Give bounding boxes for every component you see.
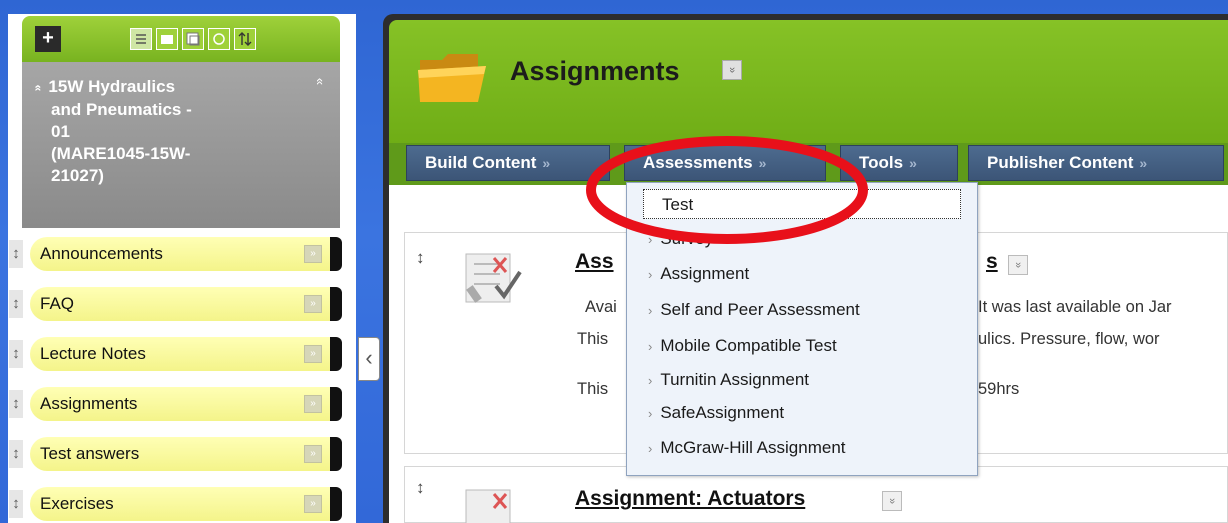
assignment-icon <box>465 489 511 523</box>
sidebar-item-faq[interactable]: FAQ » <box>30 287 342 321</box>
content-item-title[interactable]: Ass <box>575 250 614 274</box>
content-item-title[interactable]: Assignment: Actuators <box>575 487 805 511</box>
sidebar-item-label: Assignments <box>40 394 138 413</box>
chevron-down-icon: » <box>758 155 767 171</box>
drag-handle-icon[interactable]: ↕ <box>9 340 23 368</box>
sidebar-item-lecture-notes[interactable]: Lecture Notes » <box>30 337 342 371</box>
assessments-dropdown-menu <box>626 182 978 476</box>
sidebar-item-announcements[interactable]: Announcements » <box>30 237 342 271</box>
build-content-button[interactable]: Build Content » <box>406 145 610 181</box>
list-view-icon[interactable] <box>130 28 152 50</box>
assessments-button[interactable]: Assessments » <box>624 145 826 181</box>
content-item-title[interactable]: s <box>986 250 998 274</box>
chevron-down-icon: » <box>542 155 551 171</box>
drag-handle-icon[interactable]: ↕ <box>9 240 23 268</box>
menu-item-test[interactable]: Test <box>662 195 693 215</box>
collapse-menu-button[interactable]: ‹ <box>358 337 380 381</box>
course-title-line: 21027) <box>51 166 104 185</box>
menu-item-label: Self and Peer Assessment <box>660 300 860 319</box>
button-label: Publisher Content <box>987 153 1134 172</box>
sidebar-item-label: Test answers <box>40 444 140 463</box>
sidebar-item-label: Lecture Notes <box>40 344 146 363</box>
chevron-down-icon[interactable]: » <box>304 445 322 463</box>
menu-item-mcgraw-hill-assignment[interactable]: › McGraw-Hill Assignment <box>648 438 846 458</box>
chevron-down-icon[interactable]: » <box>304 245 322 263</box>
course-title-line: (MARE1045-15W- <box>51 144 191 163</box>
sidebar-item-label: Exercises <box>40 494 114 513</box>
chevron-right-icon: › <box>648 232 653 247</box>
sidebar-item-test-answers[interactable]: Test answers » <box>30 437 342 471</box>
course-menu-toolbar: + <box>22 16 340 62</box>
item-text: ulics. Pressure, flow, wor <box>978 330 1160 348</box>
course-header: « 15W Hydraulics and Pneumatics - 01 (MA… <box>22 62 340 228</box>
chevron-right-icon: › <box>648 267 653 282</box>
chevron-down-icon[interactable]: » <box>304 495 322 513</box>
menu-item-label: Survey <box>660 229 714 248</box>
chevron-right-icon: › <box>648 406 653 421</box>
menu-item-label: SafeAssignment <box>660 403 785 422</box>
drag-handle-icon[interactable]: ↕ <box>9 490 23 518</box>
drag-handle-icon[interactable]: ↕ <box>416 478 425 498</box>
add-menu-item-button[interactable]: + <box>35 26 61 52</box>
publisher-content-button[interactable]: Publisher Content » <box>968 145 1224 181</box>
chevron-down-icon[interactable]: » <box>304 345 322 363</box>
button-label: Build Content <box>425 153 537 172</box>
menu-item-assignment[interactable]: › Assignment <box>648 264 749 284</box>
menu-item-turnitin-assignment[interactable]: › Turnitin Assignment <box>648 370 809 390</box>
chevron-down-icon[interactable]: » <box>722 60 742 80</box>
menu-item-safeassignment[interactable]: › SafeAssignment <box>648 403 784 423</box>
chevron-down-icon[interactable]: » <box>304 295 322 313</box>
sidebar-item-label: FAQ <box>40 294 75 313</box>
window-icon[interactable] <box>182 28 204 50</box>
menu-item-label: McGraw-Hill Assignment <box>660 438 846 457</box>
chevron-down-icon: » <box>1139 155 1148 171</box>
menu-item-survey[interactable]: › Survey <box>648 229 713 249</box>
menu-item-self-and-peer-assessment[interactable]: › Self and Peer Assessment <box>648 300 860 320</box>
course-title-line: 15W Hydraulics <box>48 77 176 96</box>
button-label: Assessments <box>643 153 753 172</box>
chevron-down-icon[interactable]: » <box>882 491 902 511</box>
drag-handle-icon[interactable]: ↕ <box>9 440 23 468</box>
drag-handle-icon[interactable]: ↕ <box>416 248 425 268</box>
course-title[interactable]: « 15W Hydraulics and Pneumatics - 01 (MA… <box>31 76 305 187</box>
chevron-right-icon: › <box>648 373 653 388</box>
chevron-right-icon: › <box>648 303 653 318</box>
item-text: This <box>577 330 609 348</box>
course-title-line: 01 <box>51 122 70 141</box>
page-title: Assignments <box>510 56 680 86</box>
button-label: Tools <box>859 153 904 172</box>
sidebar-item-assignments[interactable]: Assignments » <box>30 387 342 421</box>
menu-item-label: Test <box>662 195 694 214</box>
chevron-right-icon: › <box>648 339 653 354</box>
menu-item-label: Mobile Compatible Test <box>660 336 837 355</box>
tools-button[interactable]: Tools » <box>840 145 958 181</box>
collapse-course-icon[interactable]: « <box>313 78 328 85</box>
menu-item-label: Assignment <box>660 264 750 283</box>
folder-icon <box>418 54 486 102</box>
chevron-down-icon[interactable]: » <box>304 395 322 413</box>
sidebar-item-exercises[interactable]: Exercises » <box>30 487 342 521</box>
assignment-icon <box>465 253 522 303</box>
course-title-line: and Pneumatics - <box>51 100 192 119</box>
menu-item-mobile-compatible-test[interactable]: › Mobile Compatible Test <box>648 336 837 356</box>
refresh-icon[interactable] <box>208 28 230 50</box>
drag-handle-icon[interactable]: ↕ <box>9 290 23 318</box>
drag-handle-icon[interactable]: ↕ <box>9 390 23 418</box>
item-text: 59hrs <box>978 380 1020 398</box>
sidebar-item-label: Announcements <box>40 244 163 263</box>
sort-icon[interactable] <box>234 28 256 50</box>
chevron-right-icon: › <box>648 441 653 456</box>
course-expand-icon: « <box>31 84 46 92</box>
menu-item-label: Turnitin Assignment <box>660 370 810 389</box>
folder-view-icon[interactable] <box>156 28 178 50</box>
chevron-down-icon: » <box>909 155 917 171</box>
item-text: It was last available on Jar <box>978 298 1172 316</box>
item-text: This <box>577 380 609 398</box>
item-text: Avai <box>585 298 617 316</box>
chevron-down-icon[interactable]: » <box>1008 255 1028 275</box>
